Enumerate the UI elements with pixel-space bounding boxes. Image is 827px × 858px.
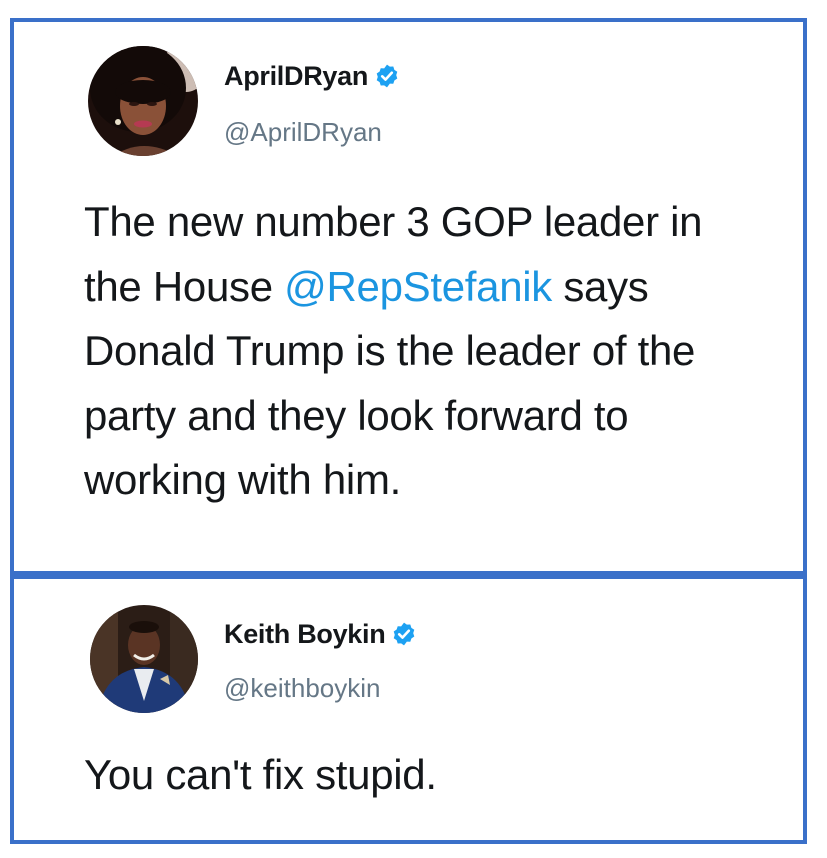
tweet-text: The new number 3 GOP leader in the House… [84,190,767,513]
display-name-text: AprilDRyan [224,61,369,91]
avatar-image [88,46,198,156]
tweet-card: Keith Boykin @keithboykin You can't fix … [14,579,803,840]
user-handle[interactable]: @keithboykin [224,673,380,704]
tweet-text: You can't fix stupid. [84,751,437,798]
avatar-image [90,605,198,713]
mention-link[interactable]: @RepStefanik [284,263,552,310]
avatar[interactable] [90,605,198,713]
tweet-divider [10,571,807,579]
tweet-card: AprilDRyan @AprilDRyan The new number 3 … [14,22,803,571]
display-name-text: Keith Boykin [224,619,386,649]
avatar[interactable] [88,46,198,156]
verified-badge-icon [394,622,415,646]
display-name[interactable]: AprilDRyan [224,61,400,92]
user-handle[interactable]: @AprilDRyan [224,117,382,148]
verified-badge-icon [376,64,398,88]
display-name[interactable]: Keith Boykin [224,619,417,650]
